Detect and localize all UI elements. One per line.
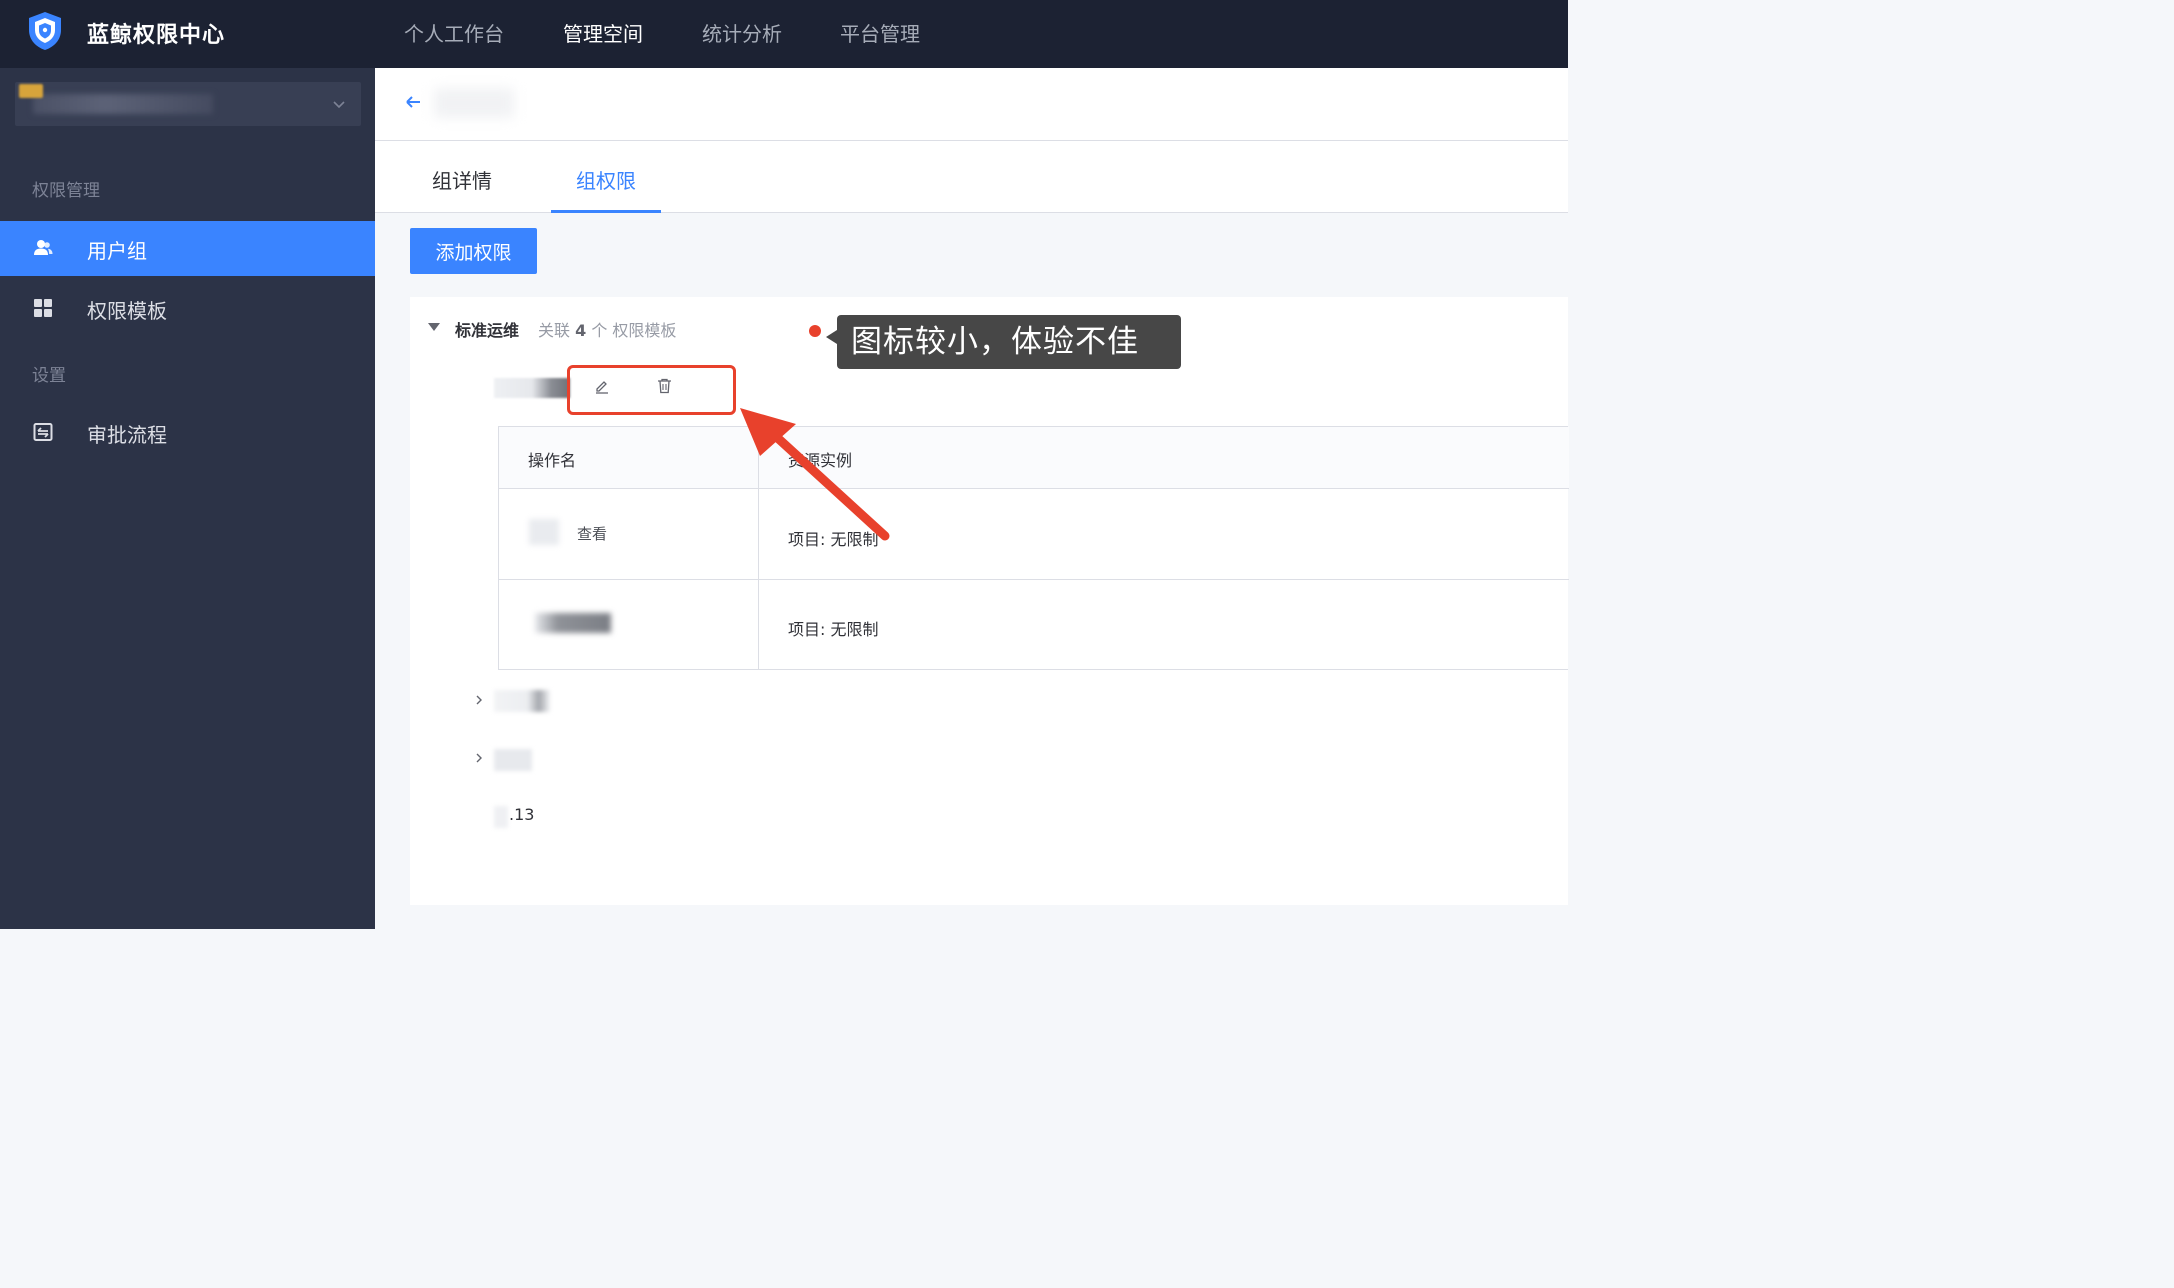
user-group-icon: [34, 240, 53, 255]
nav-personal-workbench[interactable]: 个人工作台: [404, 18, 504, 47]
sidebar-item-label: 权限模板: [87, 299, 167, 323]
tab-group-detail[interactable]: 组详情: [432, 165, 492, 194]
template-name-redacted: [494, 806, 508, 828]
icon-highlight-box: [567, 365, 736, 415]
space-name-redacted: [33, 94, 213, 114]
system-name: 标准运维: [455, 321, 520, 340]
annotation-dot: [809, 325, 821, 337]
caret-right-icon[interactable]: [475, 752, 483, 764]
tab-bar: [375, 141, 1568, 213]
column-divider: [758, 427, 759, 669]
sidebar-item-label: 审批流程: [87, 423, 167, 447]
top-bar: [0, 0, 1568, 68]
caret-down-icon[interactable]: [427, 322, 441, 332]
permission-table: 操作名 资源实例 查看 项目: 无限制 项目: 无限制: [498, 426, 1569, 670]
back-arrow-icon[interactable]: [404, 93, 422, 111]
table-row-action: 查看: [577, 525, 608, 543]
column-header-action: 操作名: [528, 451, 577, 470]
template-name-redacted: [494, 378, 570, 398]
nav-management-space[interactable]: 管理空间: [563, 18, 643, 47]
sidebar-item-permission-template[interactable]: 权限模板: [0, 281, 375, 336]
tab-group-permission[interactable]: 组权限: [576, 165, 636, 194]
row-divider: [499, 579, 1569, 580]
grid-icon: [34, 299, 52, 317]
action-name-redacted: [529, 519, 559, 545]
table-header-row: [499, 427, 1569, 489]
table-row-resource: 项目: 无限制: [788, 530, 879, 549]
active-tab-indicator: [551, 210, 661, 213]
approval-icon: [33, 423, 53, 441]
sidebar-item-user-group[interactable]: 用户组: [0, 221, 375, 276]
caret-right-icon[interactable]: [475, 694, 483, 706]
annotation-callout: 图标较小，体验不佳: [837, 315, 1181, 369]
nav-platform-management[interactable]: 平台管理: [840, 18, 920, 47]
menu-group-permission-management: 权限管理: [32, 181, 100, 201]
annotation-pointer: [826, 330, 837, 344]
template-count-number: 4: [575, 321, 587, 340]
space-avatar-redacted: [19, 84, 43, 98]
group-title-redacted: [434, 88, 514, 118]
app-title: 蓝鲸权限中心: [87, 23, 226, 48]
shield-logo-icon: [29, 12, 61, 50]
page-header: [375, 68, 1568, 141]
template-name-partial: .13: [509, 805, 535, 824]
template-count-prefix: 关联: [538, 321, 571, 340]
table-row-resource: 项目: 无限制: [788, 620, 879, 639]
nav-statistics[interactable]: 统计分析: [702, 18, 782, 47]
chevron-down-icon: [333, 101, 345, 109]
template-name-redacted: [494, 690, 550, 712]
space-selector[interactable]: [15, 82, 361, 126]
action-name-redacted: [535, 613, 611, 633]
column-header-resource: 资源实例: [788, 451, 853, 470]
template-count-suffix: 个 权限模板: [591, 321, 677, 340]
menu-group-settings: 设置: [32, 366, 66, 386]
template-count: 关联 4 个 权限模板: [538, 317, 676, 341]
template-name-redacted: [494, 749, 532, 771]
add-permission-button[interactable]: 添加权限: [410, 228, 537, 274]
sidebar-item-approval-flow[interactable]: 审批流程: [0, 405, 375, 460]
sidebar-item-label: 用户组: [87, 239, 147, 263]
